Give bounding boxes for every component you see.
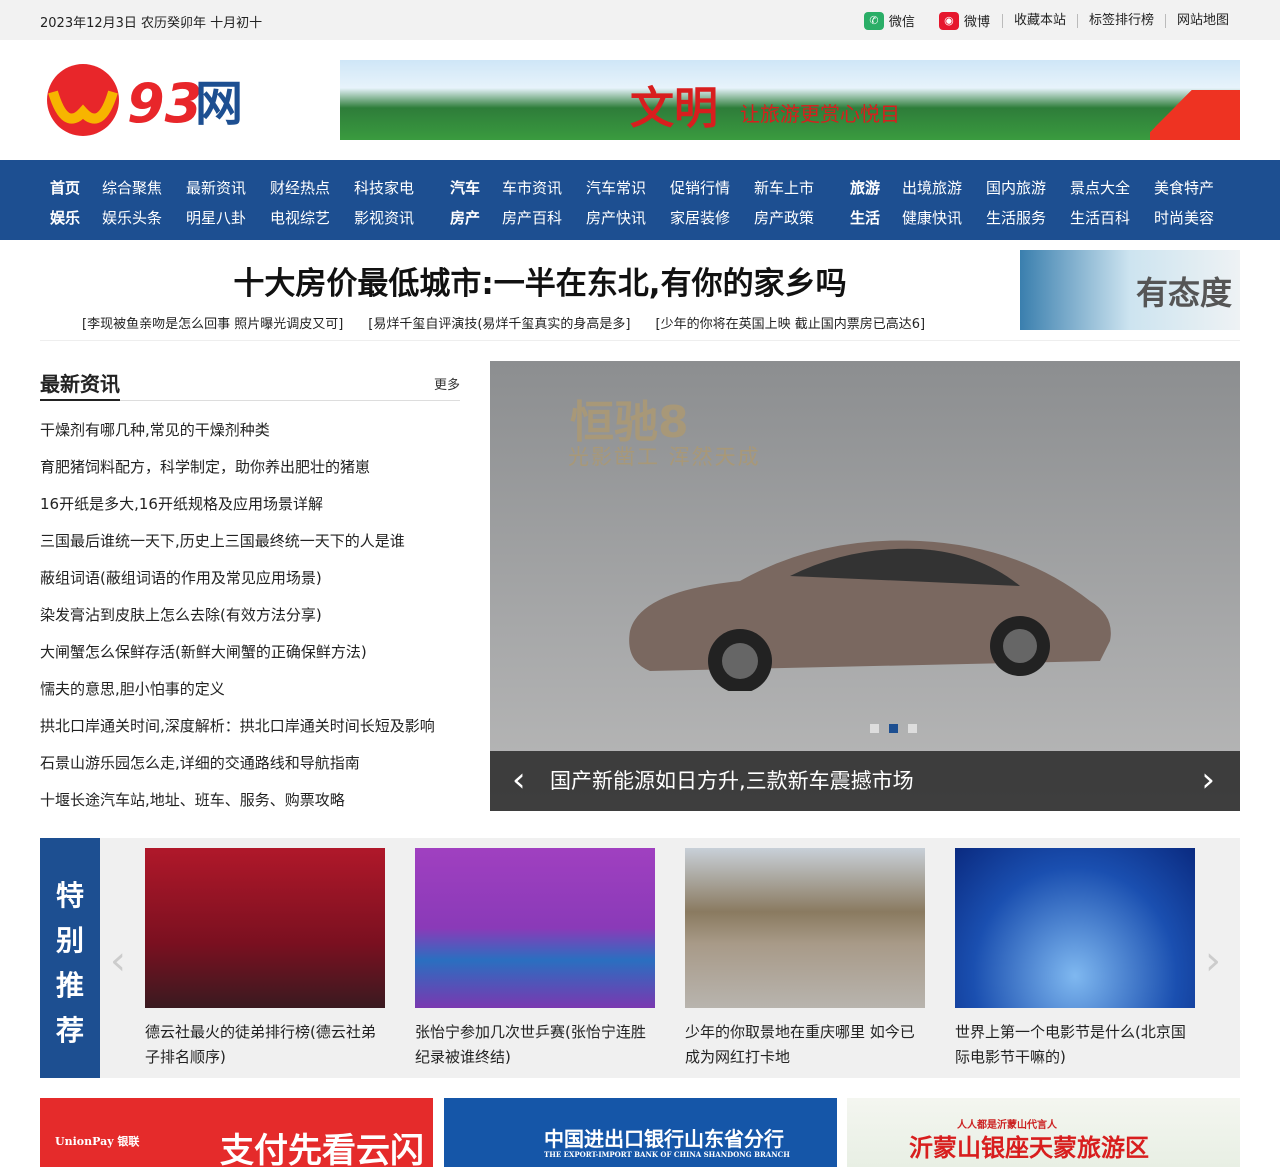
- tourism-ad[interactable]: 人人都是沂蒙山代言人 沂蒙山银座天蒙旅游区: [847, 1098, 1240, 1167]
- section-title: 最新资讯: [40, 368, 120, 401]
- featured-card[interactable]: 世界上第一个电影节是什么(北京国际电影节干嘛的): [955, 848, 1195, 1070]
- nav-group-房产[interactable]: 房产: [450, 207, 502, 228]
- svg-text:网: 网: [195, 76, 243, 132]
- weibo-icon: ◉: [938, 11, 959, 30]
- featured-card[interactable]: 德云社最火的徒弟排行榜(德云社弟子排名顺序): [145, 848, 385, 1070]
- divider: [40, 340, 1240, 341]
- card-image: [685, 848, 925, 1008]
- nav-item[interactable]: 家居装修: [670, 207, 754, 228]
- prev-arrow-icon[interactable]: ‹: [512, 751, 526, 809]
- weibo-link[interactable]: ◉ 微博: [927, 11, 1002, 30]
- nav-item[interactable]: 明星八卦: [186, 207, 270, 228]
- nav-item[interactable]: 生活服务: [986, 207, 1070, 228]
- nav-item[interactable]: 车市资讯: [502, 177, 586, 198]
- latest-news: 最新资讯 更多 干燥剂有哪几种,常见的干燥剂种类 育肥猪饲料配方，科学制定，助你养出…: [40, 368, 460, 826]
- news-item[interactable]: 大闸蟹怎么保鲜存活(新鲜大闸蟹的正确保鲜方法): [40, 641, 460, 678]
- nav-item[interactable]: 电视综艺: [270, 207, 354, 228]
- slider-dots: [870, 724, 917, 733]
- dot[interactable]: [870, 724, 879, 733]
- next-arrow-icon[interactable]: ›: [1205, 938, 1221, 984]
- news-item[interactable]: 三国最后谁统一天下,历史上三国最终统一天下的人是谁: [40, 530, 460, 567]
- top-bar: 2023年12月3日 农历癸卯年 十月初十 ✆ 微信 ◉ 微博 收藏本站 标签排行榜…: [0, 0, 1280, 40]
- nav-item[interactable]: 出境旅游: [902, 177, 986, 198]
- card-image: [145, 848, 385, 1008]
- wechat-link[interactable]: ✆ 微信: [852, 11, 927, 30]
- date-text: 2023年12月3日 农历癸卯年 十月初十: [40, 16, 263, 31]
- news-item[interactable]: 干燥剂有哪几种,常见的干燥剂种类: [40, 419, 460, 456]
- nav-group-汽车[interactable]: 汽车: [450, 177, 502, 198]
- news-item[interactable]: 育肥猪饲料配方，科学制定，助你养出肥壮的猪崽: [40, 456, 460, 493]
- nav-item[interactable]: 新车上市: [754, 177, 838, 198]
- news-item[interactable]: 石景山游乐园怎么走,详细的交通路线和导航指南: [40, 752, 460, 789]
- image-slider[interactable]: 恒驰8 光影凿工 浑然天成 ‹ 国产新能源如日方升,三款新车震撼市场 ›: [490, 361, 1240, 811]
- nav-item[interactable]: 财经热点: [270, 177, 354, 198]
- car-image: [629, 540, 1111, 691]
- headline-title[interactable]: 十大房价最低城市:一半在东北,有你的家乡吗: [0, 258, 1080, 303]
- site-logo[interactable]: 93 网: [45, 62, 265, 137]
- sublink[interactable]: [少年的你将在英国上映 截止国内票房已高达6]: [656, 313, 926, 332]
- nav-item[interactable]: 房产百科: [502, 207, 586, 228]
- slider-caption: ‹ 国产新能源如日方升,三款新车震撼市场 ›: [490, 751, 1240, 811]
- featured-label: 特别推荐: [40, 838, 100, 1078]
- nav-row-1: 首页 综合聚焦 最新资讯 财经热点 科技家电 汽车 车市资讯 汽车常识 促销行情 新车上市 旅游 出境…: [50, 177, 1238, 198]
- card-image: [955, 848, 1195, 1008]
- top-links: ✆ 微信 ◉ 微博 收藏本站 标签排行榜 网站地图: [852, 11, 1240, 30]
- headline-sublinks: [李现被鱼亲吻是怎么回事 照片曝光调皮又可] [易烊千玺自评演技(易烊千玺真实的…: [82, 313, 925, 332]
- nav-item[interactable]: 美食特产: [1154, 177, 1238, 198]
- next-arrow-icon[interactable]: ›: [1201, 751, 1215, 809]
- tag-ranking-link[interactable]: 标签排行榜: [1076, 13, 1165, 28]
- nav-item[interactable]: 房产快讯: [586, 207, 670, 228]
- nav-item[interactable]: 影视资讯: [354, 207, 438, 228]
- card-image: [415, 848, 655, 1008]
- svg-text:93: 93: [127, 72, 202, 135]
- news-item[interactable]: 懦夫的意思,胆小怕事的定义: [40, 678, 460, 715]
- news-item[interactable]: 蔽组词语(蔽组词语的作用及常见应用场景): [40, 567, 460, 604]
- news-item[interactable]: 拱北口岸通关时间,深度解析：拱北口岸通关时间长短及影响: [40, 715, 460, 752]
- main-nav: 首页 综合聚焦 最新资讯 财经热点 科技家电 汽车 车市资讯 汽车常识 促销行情 新车上市 旅游 出境…: [0, 160, 1280, 240]
- news-item[interactable]: 十堰长途汽车站,地址、班车、服务、购票攻略: [40, 789, 460, 826]
- nav-group-首页[interactable]: 首页: [50, 177, 102, 198]
- dot-active[interactable]: [889, 724, 898, 733]
- unionpay-ad[interactable]: UnionPay 银联支付先看云闪付: [40, 1098, 433, 1167]
- featured-section: 特别推荐 ‹ 德云社最火的徒弟排行榜(德云社弟子排名顺序) 张怡宁参加几次世乒赛…: [40, 838, 1240, 1078]
- bank-ad[interactable]: 中国进出口银行山东省分行 THE EXPORT-IMPORT BANK OF CH…: [444, 1098, 837, 1167]
- nav-item[interactable]: 景点大全: [1070, 177, 1154, 198]
- nav-group-旅游[interactable]: 旅游: [850, 177, 902, 198]
- sitemap-link[interactable]: 网站地图: [1164, 13, 1240, 28]
- nav-group-娱乐[interactable]: 娱乐: [50, 207, 102, 228]
- logo-icon: 93 网: [47, 64, 243, 136]
- nav-item[interactable]: 最新资讯: [186, 177, 270, 198]
- banner-ad[interactable]: 文明 让旅游更赏心悦目: [340, 60, 1240, 140]
- featured-card[interactable]: 张怡宁参加几次世乒赛(张怡宁连胜纪录被谁终结): [415, 848, 655, 1070]
- nav-item[interactable]: 时尚美容: [1154, 207, 1238, 228]
- nav-group-生活[interactable]: 生活: [850, 207, 902, 228]
- nav-row-2: 娱乐 娱乐头条 明星八卦 电视综艺 影视资讯 房产 房产百科 房产快讯 家居装修 房产政策 生活 健康…: [50, 207, 1238, 228]
- wechat-icon: ✆: [863, 11, 884, 30]
- nav-item[interactable]: 健康快讯: [902, 207, 986, 228]
- nav-item[interactable]: 汽车常识: [586, 177, 670, 198]
- featured-card[interactable]: 少年的你取景地在重庆哪里 如今已成为网红打卡地: [685, 848, 925, 1070]
- bookmark-link[interactable]: 收藏本站: [1001, 13, 1077, 28]
- nav-item[interactable]: 国内旅游: [986, 177, 1070, 198]
- nav-item[interactable]: 综合聚焦: [102, 177, 186, 198]
- nav-item[interactable]: 房产政策: [754, 207, 838, 228]
- prev-arrow-icon[interactable]: ‹: [110, 938, 126, 984]
- news-item[interactable]: 16开纸是多大,16开纸规格及应用场景详解: [40, 493, 460, 530]
- flag-decoration: [1150, 90, 1240, 140]
- news-item[interactable]: 染发膏沾到皮肤上怎么去除(有效方法分享): [40, 604, 460, 641]
- news-list: 干燥剂有哪几种,常见的干燥剂种类 育肥猪饲料配方，科学制定，助你养出肥壮的猪崽 16…: [40, 419, 460, 826]
- sublink[interactable]: [易烊千玺自评演技(易烊千玺真实的身高是多]: [368, 313, 630, 332]
- nav-item[interactable]: 科技家电: [354, 177, 438, 198]
- dot[interactable]: [908, 724, 917, 733]
- attitude-image[interactable]: 有态度: [1020, 250, 1240, 330]
- nav-item[interactable]: 生活百科: [1070, 207, 1154, 228]
- nav-item[interactable]: 促销行情: [670, 177, 754, 198]
- more-link[interactable]: 更多: [434, 374, 460, 400]
- sublink[interactable]: [李现被鱼亲吻是怎么回事 照片曝光调皮又可]: [82, 313, 343, 332]
- nav-item[interactable]: 娱乐头条: [102, 207, 186, 228]
